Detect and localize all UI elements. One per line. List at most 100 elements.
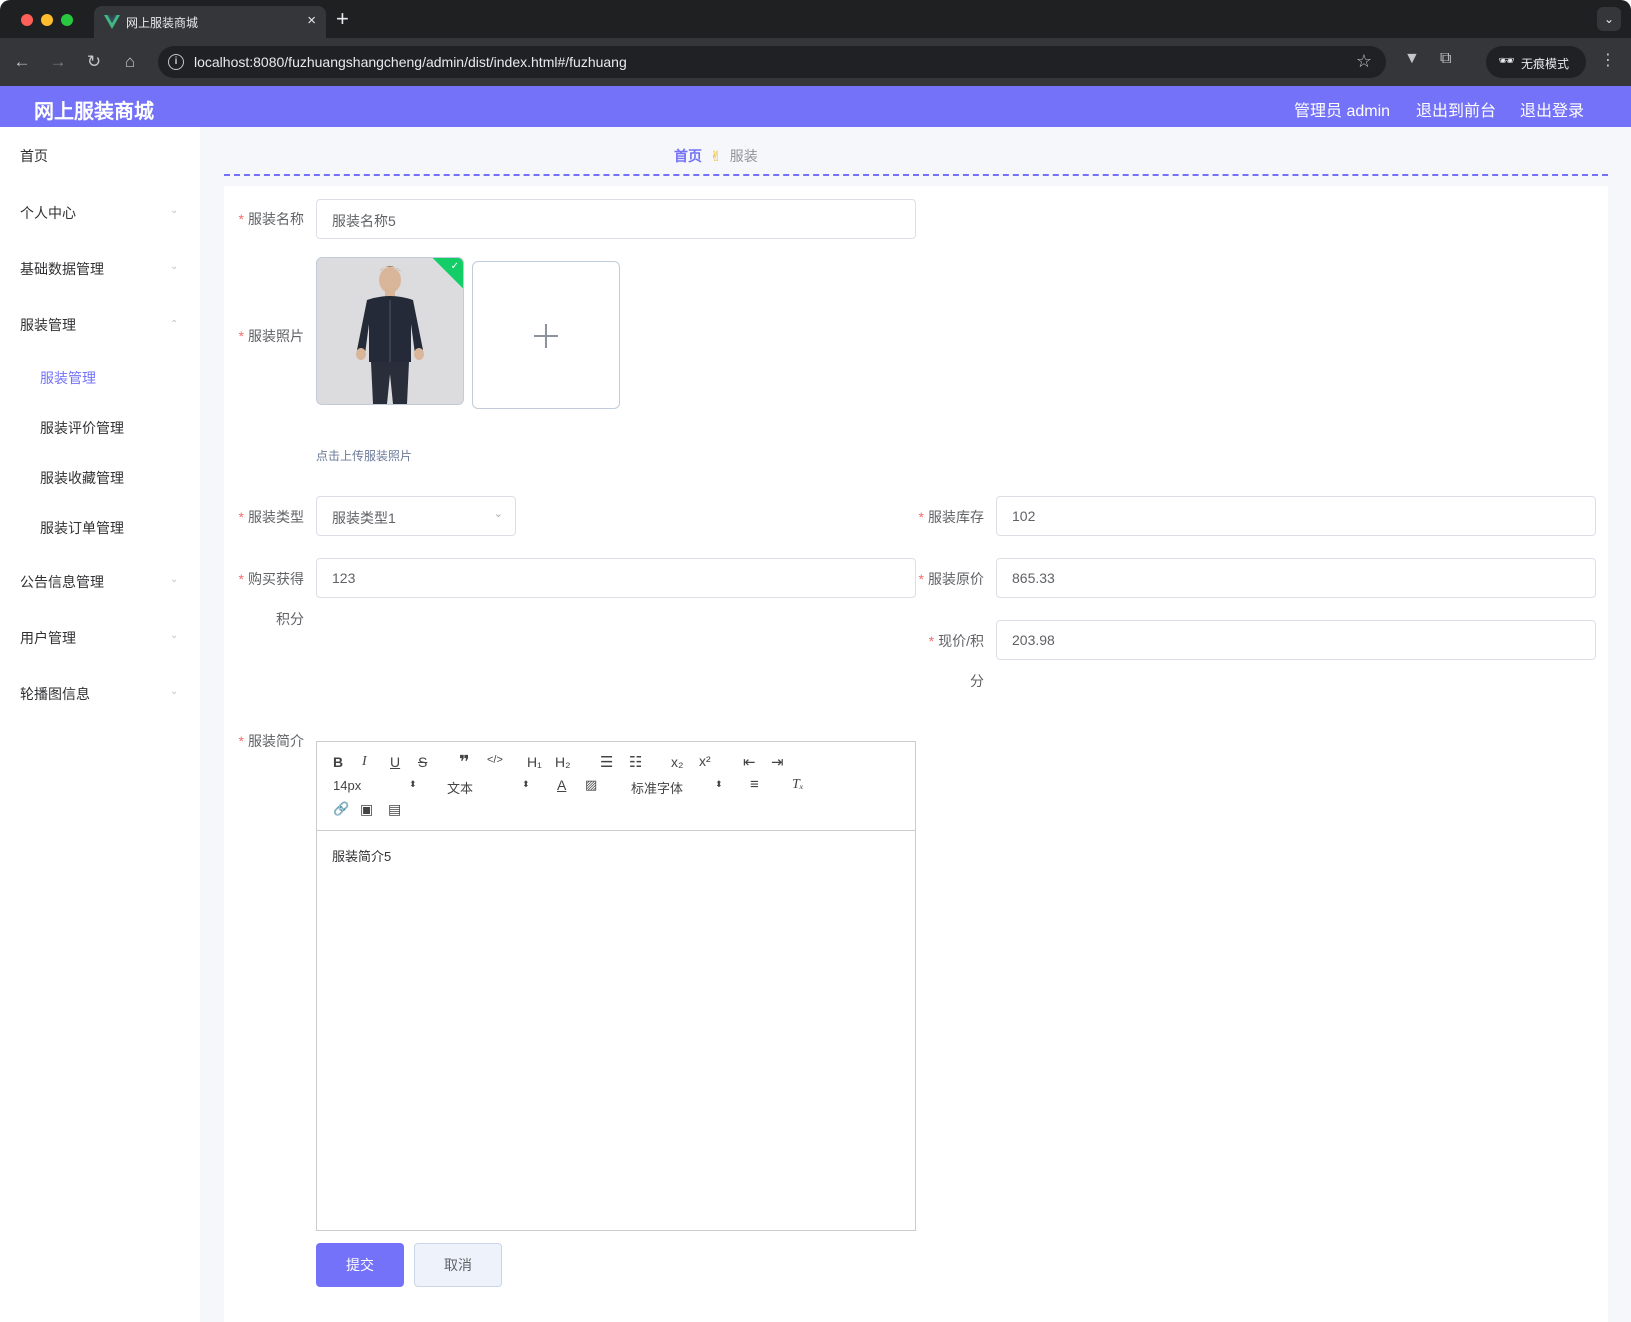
url-text[interactable]: localhost:8080/fuzhuangshangcheng/admin/… xyxy=(194,54,627,70)
italic-icon[interactable]: I xyxy=(362,754,367,770)
sidebar-item-clothing[interactable]: 服装管理 xyxy=(20,315,76,335)
stock-input-value: 102 xyxy=(1012,508,1036,524)
chevron-down-icon: ⌄ xyxy=(170,686,179,697)
chevron-up-icon: ⌃ xyxy=(170,319,179,330)
underline-icon[interactable]: U xyxy=(390,754,400,770)
type-select[interactable]: 服装类型1 ⌄ xyxy=(316,496,516,536)
bullet-list-icon[interactable]: ☷ xyxy=(629,753,642,771)
chevron-down-icon: ⌄ xyxy=(170,205,179,216)
victory-hand-icon: ✌ xyxy=(710,148,722,164)
ordered-list-icon[interactable]: ☰ xyxy=(600,753,613,771)
sidebar-subitem-clothing-favorites[interactable]: 服装收藏管理 xyxy=(40,468,124,488)
breadcrumb: 首页 ✌ 服装 xyxy=(674,146,758,166)
heading-1-icon[interactable]: H₁ xyxy=(527,754,542,770)
clear-format-icon[interactable]: Tₓ xyxy=(792,777,804,793)
sidebar-item-users[interactable]: 用户管理 xyxy=(20,628,76,648)
align-icon[interactable]: ≡ xyxy=(750,776,759,793)
check-icon: ✓ xyxy=(450,261,459,272)
address-bar[interactable]: i localhost:8080/fuzhuangshangcheng/admi… xyxy=(158,46,1386,78)
chevron-down-icon: ⌄ xyxy=(170,574,179,585)
superscript-icon[interactable]: x² xyxy=(699,753,711,769)
back-arrow-icon[interactable]: ← xyxy=(10,50,34,74)
star-icon[interactable]: ☆ xyxy=(1356,51,1372,72)
reload-icon[interactable]: ↻ xyxy=(82,50,106,74)
vue-devtools-icon[interactable]: ▼ xyxy=(1404,50,1420,68)
points-input-value: 123 xyxy=(332,570,356,586)
cancel-button[interactable]: 取消 xyxy=(414,1243,502,1287)
type-select-value: 服装类型1 xyxy=(332,510,396,526)
upload-add-button[interactable] xyxy=(472,261,620,409)
blockquote-icon[interactable]: ❞ xyxy=(459,752,470,773)
select-caret-icon: ⬍ xyxy=(715,779,723,789)
sidebar xyxy=(0,127,200,1322)
image-icon[interactable]: ▣ xyxy=(360,801,373,818)
bold-icon[interactable]: B xyxy=(333,754,343,770)
vue-logo-icon xyxy=(104,15,120,29)
background-color-icon[interactable]: ▨ xyxy=(585,777,597,793)
maximize-window-icon[interactable] xyxy=(61,14,73,26)
tab-close-icon[interactable]: × xyxy=(307,12,316,29)
sidebar-subitem-clothing-reviews[interactable]: 服装评价管理 xyxy=(40,418,124,438)
plus-icon xyxy=(545,324,547,348)
new-tab-icon[interactable]: + xyxy=(336,6,349,32)
incognito-badge[interactable]: 🕶 无痕模式 xyxy=(1486,46,1586,78)
indent-icon[interactable]: ⇥ xyxy=(771,753,784,771)
sidebar-subitem-clothing-manage[interactable]: 服装管理 xyxy=(40,368,96,388)
app-header: 网上服装商城 管理员 admin 退出到前台 退出登录 xyxy=(0,86,1631,127)
stock-input[interactable]: 102 xyxy=(996,496,1596,536)
code-block-icon[interactable]: </> xyxy=(487,754,503,766)
sidebar-item-personal-center[interactable]: 个人中心 xyxy=(20,203,76,223)
outdent-icon[interactable]: ⇤ xyxy=(743,753,756,771)
logout-link[interactable]: 退出登录 xyxy=(1520,97,1584,121)
browser-toolbar: ← → ↻ ⌂ i localhost:8080/fuzhuangshangch… xyxy=(0,38,1631,86)
tab-search-icon[interactable]: ⌄ xyxy=(1597,7,1621,31)
editor-content[interactable]: 服装简介5 xyxy=(332,846,391,865)
name-input-value: 服装名称5 xyxy=(332,213,396,229)
rich-text-editor: B I U S ❞ </> H₁ H₂ ☰ ☷ x₂ x² ⇤ ⇥ 14px ⬍… xyxy=(316,741,916,1231)
points-label: * 购买获得 xyxy=(238,571,304,587)
original-price-input[interactable]: 865.33 xyxy=(996,558,1596,598)
select-caret-icon: ⬍ xyxy=(522,779,530,789)
sidebar-item-home[interactable]: 首页 xyxy=(20,146,48,166)
close-window-icon[interactable] xyxy=(21,14,33,26)
sidebar-subitem-clothing-orders[interactable]: 服装订单管理 xyxy=(40,518,124,538)
info-icon[interactable]: i xyxy=(168,54,184,70)
name-input[interactable]: 服装名称5 xyxy=(316,199,916,239)
sidebar-item-notices[interactable]: 公告信息管理 xyxy=(20,572,104,592)
heading-2-icon[interactable]: H₂ xyxy=(555,754,571,770)
stock-label: * 服装库存 xyxy=(918,509,984,525)
intro-label: * 服装简介 xyxy=(238,733,304,749)
points-input[interactable]: 123 xyxy=(316,558,916,598)
subscript-icon[interactable]: x₂ xyxy=(671,754,683,770)
submit-button[interactable]: 提交 xyxy=(316,1243,404,1287)
current-price-label-line2: 分 xyxy=(970,673,984,689)
block-format-select[interactable]: 文本 xyxy=(447,778,473,797)
strikethrough-icon[interactable]: S xyxy=(418,754,427,770)
chevron-down-icon: ⌄ xyxy=(170,261,179,272)
photo-label: * 服装照片 xyxy=(238,328,304,344)
text-color-icon[interactable]: A xyxy=(557,777,566,793)
home-icon[interactable]: ⌂ xyxy=(118,50,142,74)
original-price-label: * 服装原价 xyxy=(918,571,984,587)
forward-arrow-icon[interactable]: → xyxy=(46,50,70,74)
exit-to-front-link[interactable]: 退出到前台 xyxy=(1416,97,1496,121)
sidebar-item-basic-data[interactable]: 基础数据管理 xyxy=(20,259,104,279)
font-family-select[interactable]: 标准字体 xyxy=(631,778,683,797)
sidebar-item-carousel[interactable]: 轮播图信息 xyxy=(20,684,90,704)
breadcrumb-home[interactable]: 首页 xyxy=(674,148,702,164)
minimize-window-icon[interactable] xyxy=(41,14,53,26)
font-size-select[interactable]: 14px xyxy=(333,778,361,793)
clothing-photo-image xyxy=(317,258,463,404)
link-icon[interactable]: 🔗 xyxy=(333,801,349,817)
extensions-icon[interactable]: ⧉ xyxy=(1440,50,1451,68)
kebab-menu-icon[interactable]: ⋮ xyxy=(1600,50,1616,70)
browser-tab[interactable]: 网上服装商城 × xyxy=(94,6,326,38)
incognito-icon: 🕶 xyxy=(1498,53,1515,68)
uploaded-photo[interactable]: ✓ xyxy=(316,257,464,405)
upload-tip: 点击上传服装照片 xyxy=(316,449,413,463)
incognito-label: 无痕模式 xyxy=(1521,57,1570,71)
browser-tab-strip: 网上服装商城 × + ⌄ xyxy=(0,0,1631,38)
video-icon[interactable]: ▤ xyxy=(388,801,401,818)
current-price-input[interactable]: 203.98 xyxy=(996,620,1596,660)
select-caret-icon: ⬍ xyxy=(409,779,417,789)
